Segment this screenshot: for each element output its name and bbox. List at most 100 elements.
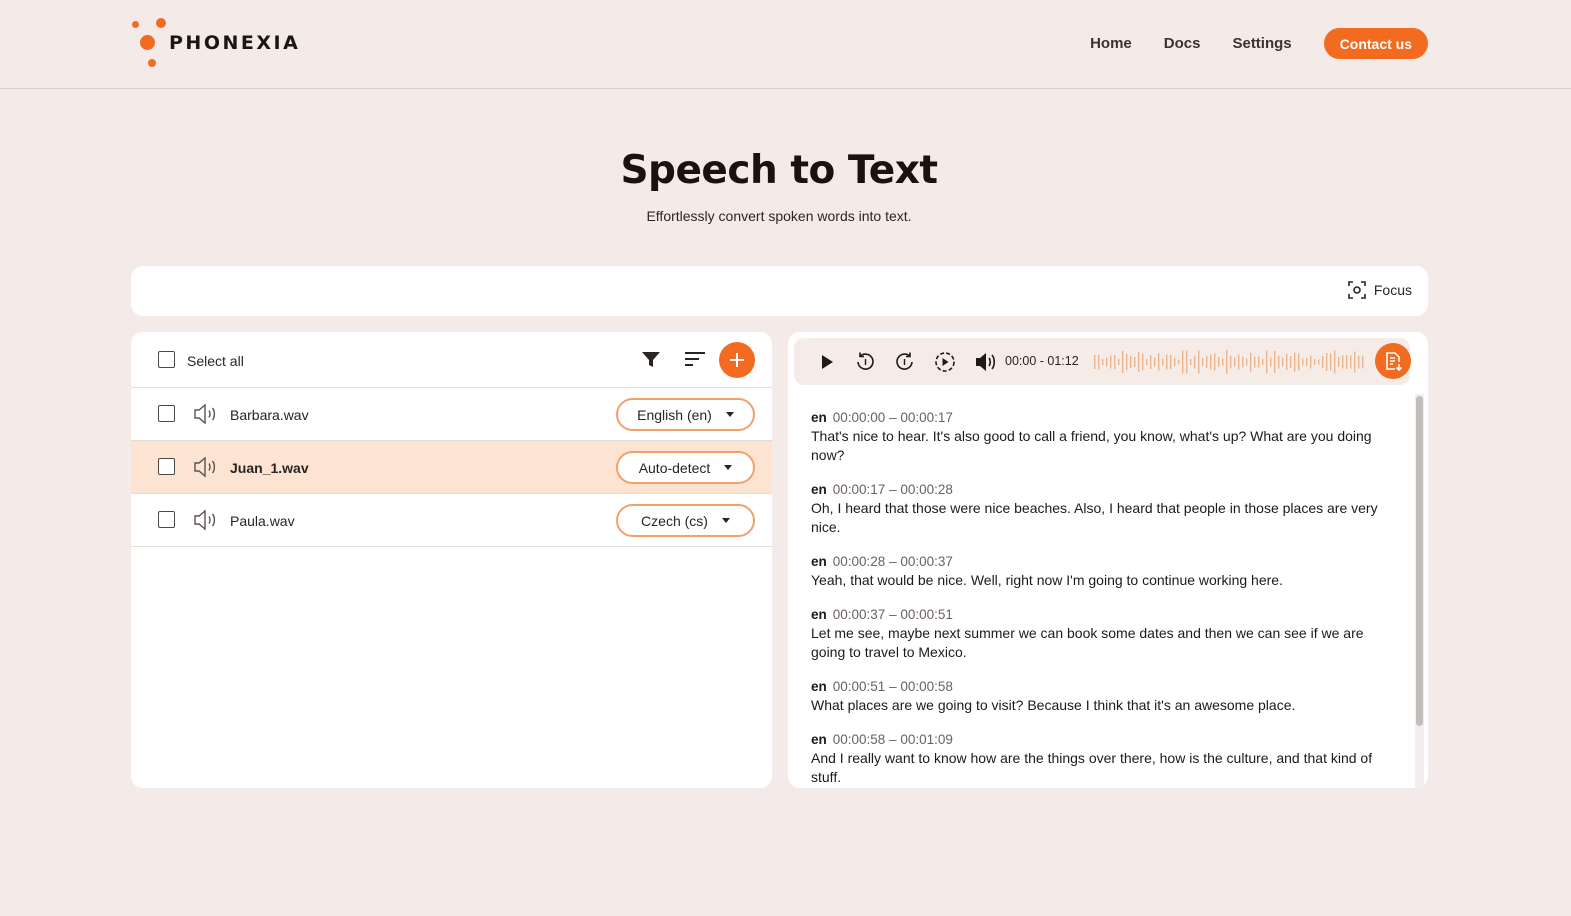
waveform-bar	[1274, 351, 1276, 373]
waveform-bar	[1118, 359, 1120, 365]
segment-timestamp: 00:00:28 – 00:00:37	[832, 554, 953, 569]
rewind-icon[interactable]	[855, 351, 876, 372]
sort-icon[interactable]	[685, 351, 705, 367]
segment-timestamp: 00:00:58 – 00:01:09	[832, 732, 953, 747]
file-row[interactable]: Juan_1.wav Auto-detect	[131, 441, 772, 494]
segment-timestamp: 00:00:37 – 00:00:51	[832, 607, 953, 622]
forward-icon[interactable]	[894, 351, 915, 372]
segment-text: Oh, I heard that those were nice beaches…	[811, 500, 1378, 535]
waveform-bar	[1218, 357, 1220, 367]
waveform[interactable]	[1094, 348, 1366, 376]
waveform-bar	[1186, 350, 1188, 374]
file-checkbox[interactable]	[158, 405, 175, 422]
transcript-segment[interactable]: en 00:00:00 – 00:00:17 That's nice to hea…	[811, 408, 1391, 465]
segment-language: en	[811, 732, 827, 747]
file-checkbox[interactable]	[158, 458, 175, 475]
focus-button[interactable]: Focus	[1348, 281, 1412, 299]
page-subtitle: Effortlessly convert spoken words into t…	[646, 208, 912, 224]
waveform-bar	[1246, 358, 1248, 366]
caret-down-icon	[725, 412, 734, 417]
waveform-bar	[1334, 350, 1336, 374]
caret-down-icon	[721, 518, 730, 523]
focus-icon	[1348, 281, 1366, 299]
waveform-bar	[1282, 357, 1284, 367]
waveform-bar	[1130, 356, 1132, 368]
language-value: Czech (cs)	[641, 512, 708, 529]
waveform-bar	[1314, 359, 1316, 365]
focus-label: Focus	[1373, 282, 1412, 298]
speaker-icon[interactable]	[193, 403, 219, 425]
waveform-bar	[1202, 358, 1204, 366]
play-icon[interactable]	[820, 354, 834, 370]
waveform-bar	[1210, 354, 1212, 370]
waveform-bar	[1250, 352, 1252, 372]
segment-text: And I really want to know how are the th…	[811, 750, 1373, 785]
contact-us-button[interactable]: Contact us	[1323, 28, 1428, 59]
waveform-bar	[1126, 354, 1128, 370]
segment-language: en	[811, 607, 827, 622]
select-all-label: Select all	[187, 353, 244, 369]
waveform-bar	[1146, 359, 1148, 365]
top-header: PHONEXIA Home Docs Settings Contact us	[0, 0, 1571, 89]
page-title: Speech to Text	[620, 148, 938, 193]
speaker-icon[interactable]	[193, 509, 219, 531]
waveform-bar	[1318, 359, 1320, 365]
waveform-bar	[1206, 356, 1208, 368]
transcript-segment[interactable]: en 00:00:17 – 00:00:28 Oh, I heard that t…	[811, 480, 1391, 537]
file-list-header: Select all	[131, 332, 772, 388]
transcript-segment[interactable]: en 00:00:37 – 00:00:51 Let me see, maybe …	[811, 605, 1391, 662]
nav-home[interactable]: Home	[1090, 35, 1132, 52]
file-row[interactable]: Barbara.wav English (en)	[131, 388, 772, 441]
scrollbar-thumb[interactable]	[1416, 396, 1423, 726]
waveform-bar	[1150, 355, 1152, 369]
logo-dots-icon	[129, 16, 169, 70]
waveform-bar	[1342, 355, 1344, 369]
waveform-bar	[1222, 358, 1224, 366]
select-all-checkbox[interactable]	[158, 351, 175, 368]
caret-down-icon	[724, 465, 733, 470]
transcript-segment[interactable]: en 00:00:58 – 00:01:09 And I really want …	[811, 730, 1391, 787]
segment-text: What places are we going to visit? Becau…	[811, 697, 1296, 713]
language-value: Auto-detect	[638, 459, 711, 476]
volume-icon[interactable]	[975, 352, 997, 372]
file-row[interactable]: Paula.wav Czech (cs)	[131, 494, 772, 547]
waveform-bar	[1226, 350, 1228, 374]
waveform-bar	[1270, 357, 1272, 367]
brand-name: PHONEXIA	[169, 32, 301, 54]
waveform-bar	[1362, 355, 1364, 369]
language-select[interactable]: English (en)	[616, 398, 755, 431]
transcript-segment[interactable]: en 00:00:28 – 00:00:37 Yeah, that would b…	[811, 552, 1391, 590]
waveform-bar	[1134, 357, 1136, 367]
transcript-segment[interactable]: en 00:00:51 – 00:00:58 What places are we…	[811, 677, 1391, 715]
file-name: Juan_1.wav	[230, 460, 309, 476]
transcript-scrollbar[interactable]	[1415, 394, 1424, 788]
waveform-bar	[1298, 353, 1300, 371]
brand-logo[interactable]: PHONEXIA	[129, 16, 319, 70]
speaker-icon[interactable]	[193, 456, 219, 478]
waveform-bar	[1122, 351, 1124, 373]
waveform-bar	[1238, 354, 1240, 370]
language-select[interactable]: Czech (cs)	[616, 504, 755, 537]
waveform-bar	[1302, 358, 1304, 366]
waveform-bar	[1346, 355, 1348, 369]
waveform-bar	[1294, 352, 1296, 372]
waveform-bar	[1230, 355, 1232, 369]
export-transcript-button[interactable]	[1375, 343, 1411, 379]
waveform-bar	[1198, 350, 1200, 374]
playback-speed-icon[interactable]	[934, 351, 956, 373]
add-file-button[interactable]	[719, 342, 755, 378]
waveform-bar	[1258, 356, 1260, 368]
nav-settings[interactable]: Settings	[1232, 35, 1291, 52]
file-checkbox[interactable]	[158, 511, 175, 528]
segment-language: en	[811, 679, 827, 694]
file-list-panel: Select all Barbara.wav English (en) Juan…	[131, 332, 772, 788]
transcript-panel: 00:00 - 01:12 en 00:00:00 – 00:00:17 That…	[788, 332, 1428, 788]
waveform-bar	[1178, 359, 1180, 365]
waveform-bar	[1170, 355, 1172, 369]
waveform-bar	[1262, 359, 1264, 365]
waveform-bar	[1162, 358, 1164, 366]
filter-icon[interactable]	[641, 351, 661, 369]
waveform-bar	[1354, 351, 1356, 373]
language-select[interactable]: Auto-detect	[616, 451, 755, 484]
nav-docs[interactable]: Docs	[1164, 35, 1201, 52]
